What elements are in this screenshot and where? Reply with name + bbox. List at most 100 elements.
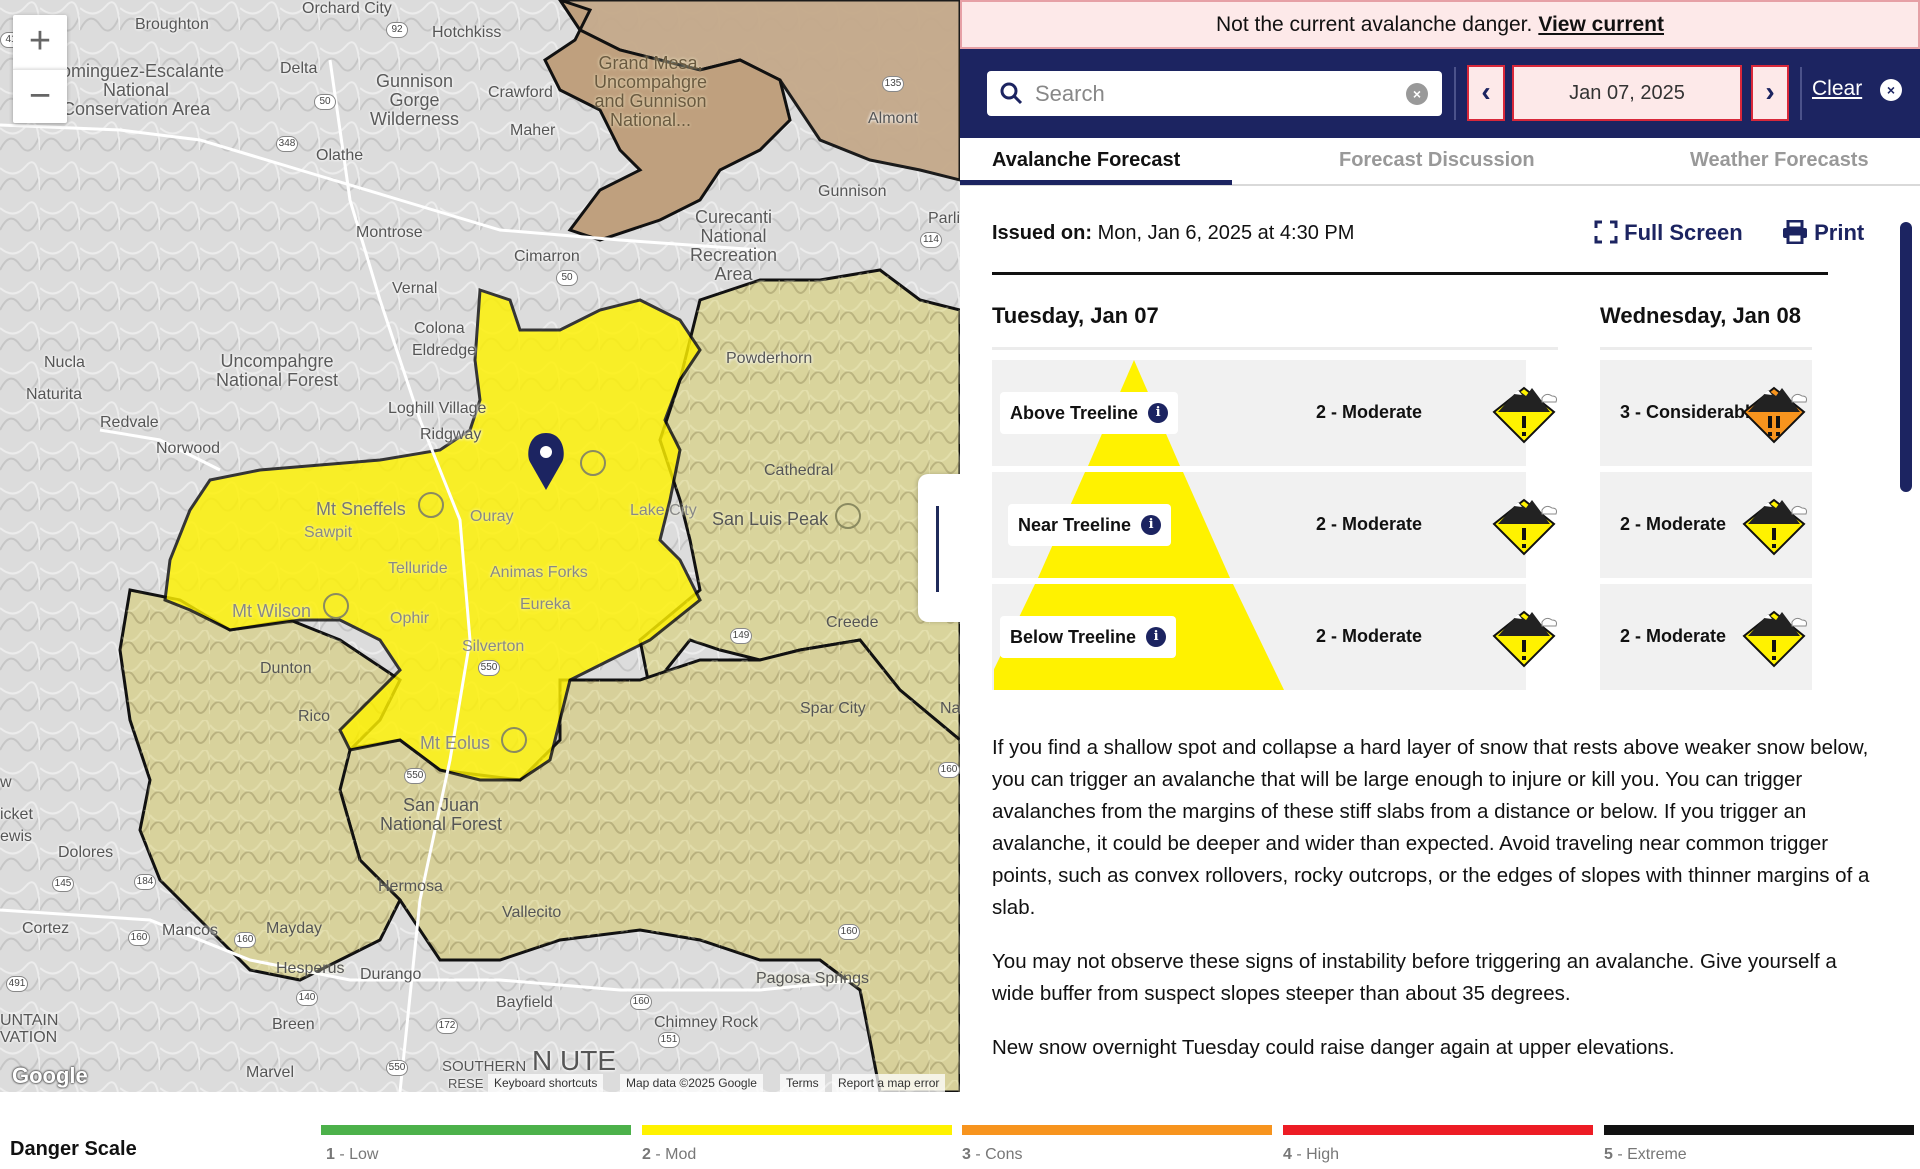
map-label: Hermosa	[378, 878, 443, 895]
scale-bar-high	[1283, 1125, 1593, 1135]
active-tab-indicator	[960, 180, 1232, 185]
moderate-danger-icon	[1492, 494, 1564, 561]
map-label: Ophir	[390, 610, 430, 627]
search-clear-icon[interactable]: ×	[1406, 83, 1428, 105]
view-current-link[interactable]: View current	[1538, 13, 1664, 36]
route-shield: 149	[730, 628, 752, 644]
forecast-map[interactable]: Orchard City Broughton Hotchkiss Domingu…	[0, 0, 960, 1092]
map-label: Broughton	[135, 16, 209, 33]
toolbar-divider	[1454, 67, 1456, 120]
scale-label-extreme: 5 - Extreme	[1604, 1146, 1687, 1164]
map-label: Vernal	[392, 280, 438, 297]
map-label: Mayday	[266, 920, 323, 937]
map-label: SOUTHERN	[442, 1058, 527, 1075]
map-label: UNTAIN VATION	[0, 1012, 59, 1046]
day2-near-danger: 2 - Moderate	[1620, 514, 1727, 534]
route-shield: 550	[478, 660, 500, 676]
fullscreen-icon	[1594, 220, 1618, 244]
scale-level-number: 3	[962, 1146, 971, 1163]
map-label: Olathe	[316, 147, 364, 164]
panel-collapse-handle[interactable]	[918, 474, 960, 622]
scale-level-name: - Low	[334, 1146, 379, 1163]
map-label: Gunnison	[818, 183, 887, 200]
prev-date-button[interactable]: ‹	[1467, 65, 1505, 121]
map-label: Cathedral	[764, 462, 834, 479]
considerable-danger-icon	[1742, 382, 1814, 449]
search-input[interactable]	[1035, 71, 1395, 116]
map-label: Rico	[298, 708, 331, 725]
keyboard-shortcuts-link[interactable]: Keyboard shortcuts	[488, 1074, 604, 1092]
divider	[992, 272, 1828, 275]
info-icon[interactable]: i	[1141, 515, 1162, 535]
scale-level-name: - High	[1291, 1146, 1340, 1163]
panel-scrollbar[interactable]	[1900, 222, 1912, 492]
map-label: San Juan National Forest	[380, 795, 503, 834]
scale-label-moderate: 2 - Mod	[642, 1146, 696, 1164]
terms-link[interactable]: Terms	[780, 1074, 825, 1092]
map-label: Colona	[414, 320, 465, 337]
danger-scale-title: Danger Scale	[10, 1138, 137, 1160]
map-label: Almont	[868, 110, 918, 127]
forecast-tabs: Avalanche Forecast Forecast Discussion W…	[960, 138, 1920, 186]
map-label: N UTE	[532, 1045, 616, 1076]
route-shield: 491	[6, 976, 28, 992]
map-label: Eureka	[520, 596, 571, 613]
printer-icon	[1783, 219, 1807, 245]
zoom-in-button[interactable]: +	[13, 15, 67, 69]
map-label: Redvale	[100, 414, 159, 431]
map-label: Dunton	[260, 660, 312, 677]
day1-title: Tuesday, Jan 07	[992, 303, 1159, 328]
map-label: Hesperus	[276, 960, 345, 977]
full-screen-label: Full Screen	[1624, 220, 1743, 245]
scale-level-name: - Cons	[970, 1146, 1023, 1163]
next-date-button[interactable]: ›	[1751, 65, 1789, 121]
below-treeline-label: Below Treeline i	[1000, 616, 1177, 658]
info-icon[interactable]: i	[1148, 403, 1169, 423]
danger-scale: Danger Scale 1 - Low 2 - Mod 3 - Cons 4 …	[0, 1092, 1920, 1169]
route-shield: 172	[436, 1018, 458, 1034]
map-label: Cimarron	[514, 248, 580, 265]
map-label: Mt Eolus	[420, 733, 491, 753]
forecast-paragraph: You may not observe these signs of insta…	[992, 950, 1837, 1005]
tab-forecast-discussion[interactable]: Forecast Discussion	[1339, 138, 1535, 186]
moderate-danger-icon	[1742, 494, 1814, 561]
map-label: Durango	[360, 966, 422, 983]
search-box[interactable]: ×	[987, 71, 1442, 116]
map-label: Spar City	[800, 700, 866, 717]
above-treeline-label: Above Treeline i	[1000, 392, 1179, 434]
map-label: w	[0, 774, 12, 791]
near-treeline-label: Near Treeline i	[1008, 504, 1172, 546]
route-shield: 50	[314, 94, 336, 110]
map-label: Marvel	[246, 1064, 295, 1081]
map-label: Grand Mesa, Uncompahgre and Gunnison Nat…	[594, 53, 708, 130]
route-shield: 151	[658, 1032, 680, 1048]
clear-button[interactable]: Clear	[1812, 77, 1862, 101]
map-label: Vallecito	[502, 904, 562, 921]
route-shield: 135	[882, 76, 904, 92]
scale-bar-moderate	[642, 1125, 952, 1135]
tab-avalanche-forecast[interactable]: Avalanche Forecast	[992, 138, 1180, 186]
map-label: Cortez	[22, 920, 70, 937]
forecast-paragraph: New snow overnight Tuesday could raise d…	[992, 1036, 1675, 1059]
date-picker[interactable]: Jan 07, 2025	[1512, 65, 1742, 121]
route-shield: 160	[838, 924, 860, 940]
report-map-error-link[interactable]: Report a map error	[832, 1074, 946, 1092]
info-icon[interactable]: i	[1146, 627, 1167, 647]
scale-label-high: 4 - High	[1283, 1146, 1339, 1164]
map-label: Breen	[272, 1016, 315, 1033]
clear-icon[interactable]: ×	[1880, 79, 1902, 101]
forecast-toolbar: × ‹ Jan 07, 2025 › Clear ×	[960, 49, 1920, 138]
map-label: Ridgway	[420, 426, 482, 443]
map-label: Lake City	[630, 502, 697, 519]
map-label: Telluride	[388, 560, 448, 577]
scale-bar-extreme	[1604, 1125, 1914, 1135]
map-label: Ouray	[470, 508, 514, 525]
issued-value: Mon, Jan 6, 2025 at 4:30 PM	[1097, 222, 1355, 244]
route-shield: 92	[386, 22, 408, 38]
print-button[interactable]: Print	[1782, 219, 1864, 246]
route-shield: 184	[134, 874, 156, 890]
day1-below-danger: 2 - Moderate	[1316, 626, 1423, 646]
full-screen-button[interactable]: Full Screen	[1594, 220, 1743, 246]
zoom-out-button[interactable]: −	[13, 69, 67, 123]
tab-weather-forecasts[interactable]: Weather Forecasts	[1690, 138, 1869, 186]
